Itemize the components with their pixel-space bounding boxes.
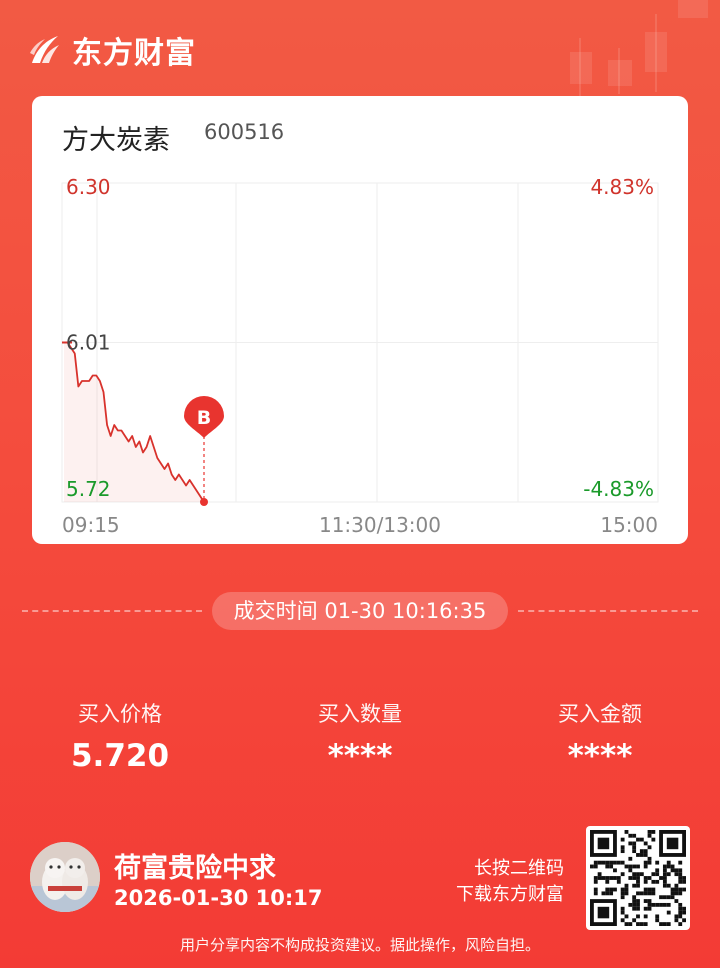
buy-amount-block: 买入金额 **** [480, 698, 720, 774]
buy-marker-label: B [197, 407, 211, 429]
stock-chart-card: 方大炭素 600516 B 6.30 6.01 5.72 4.83% -4.83% 09:1… [32, 96, 688, 544]
intraday-chart: B 6.30 6.01 5.72 4.83% -4.83% 09:15 11:30/13:00… [61, 175, 659, 537]
buy-qty-value: **** [327, 738, 393, 774]
disclaimer: 用户分享内容不构成投资建议。据此操作，风险自担。 [179, 936, 540, 954]
share-card-page: 东方财富 方大炭素 600516 B 6.30 6.01 5.72 4.83% -4.83… [0, 0, 720, 968]
qr-code-icon [590, 830, 686, 926]
decor-candle [570, 52, 592, 84]
y-left-tick-label: 6.01 [66, 331, 111, 355]
trade-time-pill: 成交时间 01-30 10:16:35 [212, 592, 508, 630]
buy-price-block: 买入价格 5.720 [0, 698, 240, 774]
buy-marker-dot [200, 498, 208, 506]
y-left-tick-label: 6.30 [66, 175, 111, 199]
qr-hint-line1: 长按二维码 [474, 858, 564, 879]
y-right-tick-label: 4.83% [590, 175, 654, 199]
buy-price-value: 5.720 [70, 738, 170, 774]
brand-name: 东方财富 [72, 36, 196, 71]
decor-candle [645, 32, 667, 72]
user-name: 荷富贵险中求 [114, 853, 276, 884]
buy-qty-block: 买入数量 **** [240, 698, 480, 774]
y-left-tick-label: 5.72 [66, 477, 111, 501]
x-tick-label: 11:30/13:00 [319, 513, 441, 537]
qr-hint: 长按二维码 下载东方财富 [394, 856, 564, 908]
trade-time-row: 成交时间 01-30 10:16:35 [22, 592, 698, 630]
qr-hint-line2: 下载东方财富 [456, 884, 564, 905]
divider-right [518, 610, 698, 612]
share-time: 2026-01-30 10:17 [114, 886, 323, 910]
brand-logo-icon [28, 33, 62, 67]
buy-amount-value: **** [567, 738, 633, 774]
user-avatar[interactable] [30, 842, 100, 912]
divider-left [22, 610, 202, 612]
buy-amount-label: 买入金额 [558, 702, 642, 726]
buy-qty-label: 买入数量 [318, 702, 402, 726]
decor-candle [678, 0, 708, 18]
download-qr-code[interactable] [586, 826, 690, 930]
decor-candle [608, 60, 632, 86]
brand-header: 东方财富 [28, 28, 196, 72]
x-tick-label: 09:15 [62, 513, 120, 537]
y-right-tick-label: -4.83% [583, 477, 654, 501]
buy-price-label: 买入价格 [78, 702, 162, 726]
x-tick-label: 15:00 [600, 513, 658, 537]
